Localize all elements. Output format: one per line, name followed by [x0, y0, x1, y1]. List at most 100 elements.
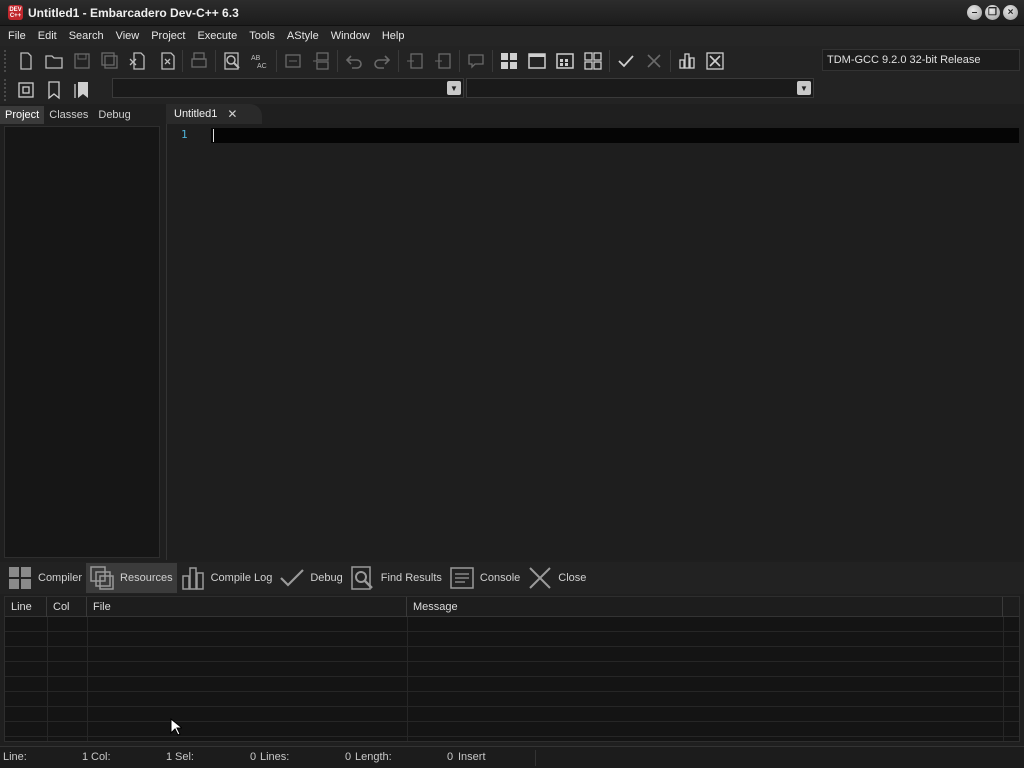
- chevron-down-icon[interactable]: ▼: [447, 81, 461, 95]
- redo-icon[interactable]: [368, 48, 396, 74]
- menu-tools[interactable]: Tools: [243, 26, 281, 46]
- tab-close[interactable]: Close: [524, 563, 590, 593]
- close-all-icon[interactable]: [152, 48, 180, 74]
- toolbar-separator: [670, 49, 671, 72]
- tab-label: Compiler: [38, 572, 83, 584]
- tab-label: Find Results: [380, 572, 442, 584]
- status-length-label: Length:: [355, 751, 392, 763]
- close-icon[interactable]: ✕: [227, 107, 237, 121]
- close-window-button[interactable]: ×: [1003, 5, 1018, 20]
- left-panel-tabs: Project Classes Debug: [0, 104, 162, 124]
- menu-help[interactable]: Help: [376, 26, 411, 46]
- compiler-select[interactable]: TDM-GCC 9.2.0 32-bit Release: [822, 49, 1020, 71]
- toolbar-separator: [215, 49, 216, 72]
- tab-console[interactable]: Console: [446, 563, 524, 593]
- status-bar: Line: 1 Col: 1 Sel: 0 Lines: 0 Length: 0…: [0, 746, 1024, 768]
- menu-edit[interactable]: Edit: [32, 26, 63, 46]
- tab-project[interactable]: Project: [0, 106, 45, 124]
- grid-divider: [407, 617, 408, 741]
- rebuild-icon[interactable]: [579, 48, 607, 74]
- chart-icon[interactable]: [673, 48, 701, 74]
- bottom-panel-tabs: Compiler Resources Compile Log Debug Fin…: [0, 562, 1024, 594]
- grid-divider: [87, 617, 88, 741]
- toolbar-grip[interactable]: [4, 49, 10, 72]
- tab-label: Untitled1: [174, 108, 218, 120]
- code-editor[interactable]: 1: [166, 124, 1022, 560]
- unindent-icon[interactable]: [307, 48, 335, 74]
- column-file[interactable]: File: [87, 597, 407, 617]
- status-col-label: Col:: [91, 751, 111, 763]
- print-icon[interactable]: [185, 48, 213, 74]
- grid-divider: [47, 617, 48, 741]
- class-combo[interactable]: ▼: [112, 78, 464, 98]
- grid-header: Line Col File Message: [5, 597, 1019, 617]
- column-col[interactable]: Col: [47, 597, 87, 617]
- status-sel-label: Sel:: [175, 751, 194, 763]
- column-line[interactable]: Line: [5, 597, 47, 617]
- remove-icon[interactable]: [429, 48, 457, 74]
- column-message[interactable]: Message: [407, 597, 1003, 617]
- compile-run-icon[interactable]: [551, 48, 579, 74]
- status-separator: [535, 750, 536, 766]
- restore-button[interactable]: ❐: [985, 5, 1000, 20]
- svg-text:AB: AB: [251, 55, 261, 62]
- bookmark-icon[interactable]: [40, 77, 68, 103]
- stop-icon[interactable]: [640, 48, 668, 74]
- chevron-down-icon[interactable]: ▼: [797, 81, 811, 95]
- member-combo[interactable]: ▼: [466, 78, 814, 98]
- compile-icon[interactable]: [495, 48, 523, 74]
- new-file-icon[interactable]: [12, 48, 40, 74]
- menu-view[interactable]: View: [110, 26, 146, 46]
- status-line-label: Line:: [3, 751, 27, 763]
- open-folder-icon[interactable]: [40, 48, 68, 74]
- tab-resources[interactable]: Resources: [86, 563, 177, 593]
- menu-search[interactable]: Search: [63, 26, 110, 46]
- toolbar-separator: [337, 49, 338, 72]
- menu-project[interactable]: Project: [145, 26, 191, 46]
- run-icon[interactable]: [523, 48, 551, 74]
- toolbar-separator: [398, 49, 399, 72]
- menu-execute[interactable]: Execute: [191, 26, 243, 46]
- text-caret: [213, 129, 214, 142]
- status-length-value: 0: [447, 751, 454, 763]
- svg-text:AC: AC: [257, 63, 267, 70]
- tab-untitled1[interactable]: Untitled1 ✕: [166, 104, 262, 124]
- grid-icon: [9, 567, 31, 589]
- close-box-icon[interactable]: [701, 48, 729, 74]
- mouse-cursor-icon: [170, 718, 182, 736]
- tab-debug-left[interactable]: Debug: [93, 106, 135, 124]
- menu-file[interactable]: File: [2, 26, 32, 46]
- console-icon: [450, 567, 474, 589]
- indent-icon[interactable]: [279, 48, 307, 74]
- toolbar-separator: [182, 49, 183, 72]
- resources-icon: [90, 566, 114, 590]
- tab-compiler[interactable]: Compiler: [4, 563, 86, 593]
- tab-classes[interactable]: Classes: [44, 106, 93, 124]
- project-icon[interactable]: [12, 77, 40, 103]
- tab-compile-log[interactable]: Compile Log: [177, 563, 277, 593]
- window-controls: – ❐ ×: [967, 5, 1018, 20]
- status-sel-value: 0: [250, 751, 257, 763]
- grid-body[interactable]: [5, 617, 1019, 741]
- check-icon: [280, 569, 305, 587]
- comment-icon[interactable]: [462, 48, 490, 74]
- project-browser[interactable]: [4, 126, 160, 558]
- minimize-button[interactable]: –: [967, 5, 982, 20]
- find-icon[interactable]: [218, 48, 246, 74]
- menu-window[interactable]: Window: [325, 26, 376, 46]
- close-file-icon[interactable]: [124, 48, 152, 74]
- toolbar-separator: [609, 49, 610, 72]
- save-icon[interactable]: [68, 48, 96, 74]
- compiler-messages-grid[interactable]: Line Col File Message: [4, 596, 1020, 742]
- menu-astyle[interactable]: AStyle: [281, 26, 325, 46]
- current-line-highlight[interactable]: [211, 128, 1019, 143]
- insert-icon[interactable]: [401, 48, 429, 74]
- undo-icon[interactable]: [340, 48, 368, 74]
- replace-icon[interactable]: AB AC: [246, 48, 274, 74]
- tab-find-results[interactable]: Find Results: [347, 563, 446, 593]
- tab-debug[interactable]: Debug: [276, 563, 346, 593]
- check-icon[interactable]: [612, 48, 640, 74]
- bookmarks-icon[interactable]: [68, 77, 96, 103]
- toolbar-grip[interactable]: [4, 78, 10, 101]
- save-all-icon[interactable]: [96, 48, 124, 74]
